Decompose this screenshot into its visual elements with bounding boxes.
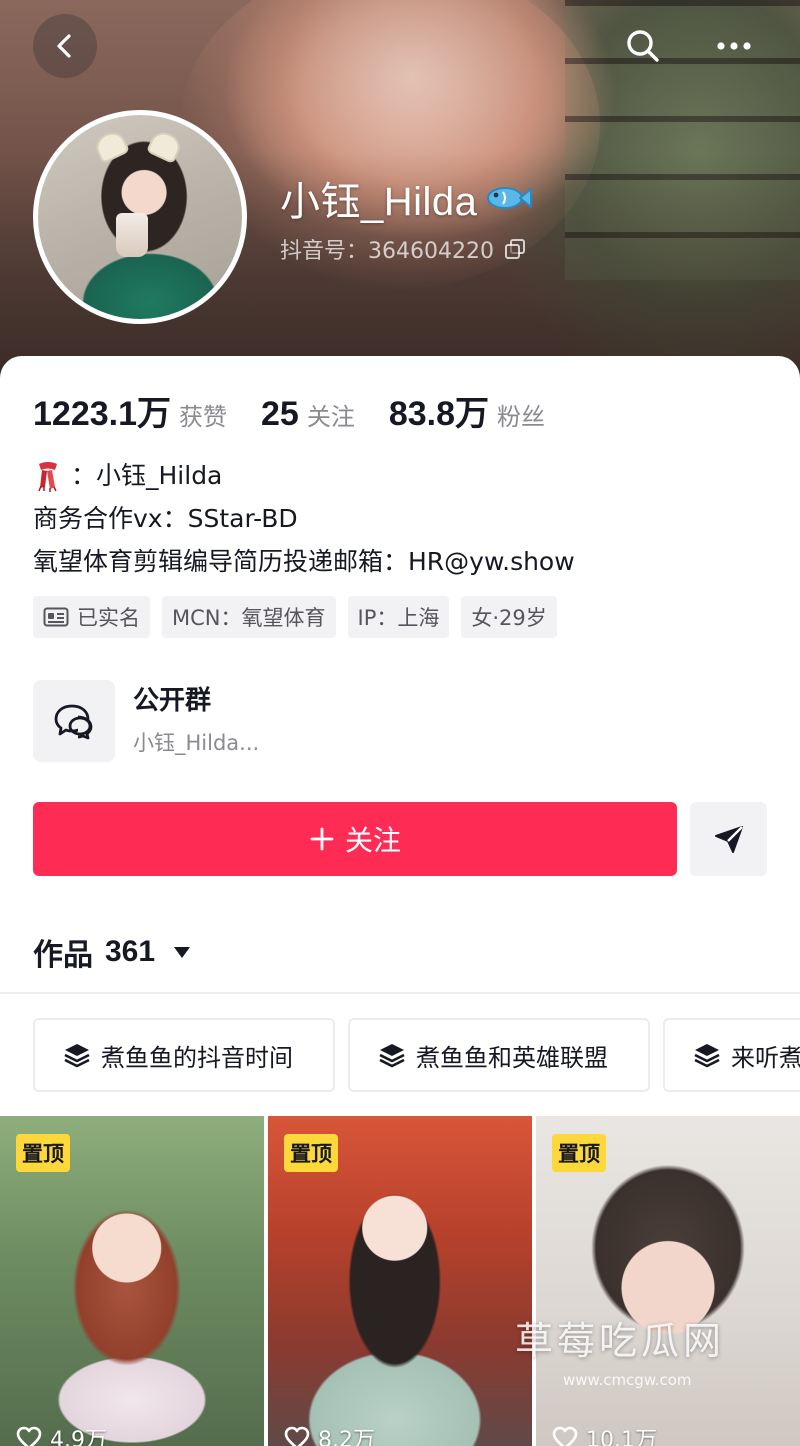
stat-following-label: 关注 xyxy=(306,403,355,431)
works-count: 361 xyxy=(105,935,156,968)
username: 小钰_Hilda xyxy=(280,172,533,224)
stat-following[interactable]: 25 关注 xyxy=(261,395,355,434)
works-dropdown[interactable]: 作品 361 xyxy=(33,930,191,974)
collection-label: 煮鱼鱼的抖音时间 xyxy=(101,1043,293,1072)
avatar[interactable] xyxy=(33,110,247,324)
tag-verified[interactable]: 已实名 xyxy=(33,596,150,638)
divider xyxy=(0,992,800,994)
video-likes-count: 10.1万 xyxy=(586,1428,657,1446)
bio-line-3: 氧望体育剪辑编导简历投递邮箱：HR@yw.show xyxy=(33,547,575,576)
tag-gender-age: 女·29岁 xyxy=(461,596,557,638)
follow-button-label: 关注 xyxy=(344,824,401,857)
copy-icon[interactable] xyxy=(504,238,526,260)
more-button[interactable] xyxy=(702,14,766,78)
collection-chip[interactable]: 煮鱼鱼的抖音时间 xyxy=(33,1018,335,1092)
layers-icon xyxy=(694,1044,720,1068)
tag-ip: IP：上海 xyxy=(347,596,450,638)
search-button[interactable] xyxy=(611,14,675,78)
collection-chip[interactable]: 来听煮 xyxy=(663,1018,800,1092)
group-subtitle: 小钰_Hilda... xyxy=(133,731,260,755)
collection-chip[interactable]: 煮鱼鱼和英雄联盟 xyxy=(348,1018,650,1092)
stats-row: 1223.1万 获赞 25 关注 83.8万 粉丝 xyxy=(33,386,579,434)
profile-cover: 小钰_Hilda 抖音号：364604220 xyxy=(0,0,800,380)
group-title: 公开群 xyxy=(133,686,212,716)
avatar-antler-left xyxy=(91,127,131,165)
layers-icon xyxy=(379,1044,405,1068)
message-button[interactable] xyxy=(690,802,767,876)
stat-likes-value: 1223.1万 xyxy=(33,395,171,433)
heart-icon xyxy=(552,1426,578,1446)
video-likes: 8.2万 xyxy=(284,1422,375,1446)
stat-followers-label: 粉丝 xyxy=(497,403,546,431)
public-group-entry[interactable]: 公开群 小钰_Hilda... xyxy=(33,678,633,764)
douyin-id[interactable]: 抖音号：364604220 xyxy=(280,232,526,266)
collection-label: 来听煮 xyxy=(731,1043,800,1072)
group-text: 公开群 小钰_Hilda... xyxy=(133,682,259,760)
tag-ip-label: IP：上海 xyxy=(357,606,440,630)
caret-down-icon xyxy=(174,947,191,958)
pinned-badge: 置顶 xyxy=(16,1134,70,1172)
id-card-icon xyxy=(43,607,69,627)
stat-following-value: 25 xyxy=(261,395,299,433)
collection-label: 煮鱼鱼和英雄联盟 xyxy=(416,1043,608,1072)
bio-line: 商务合作vx：SStar-BD xyxy=(33,497,575,540)
pinned-badge: 置顶 xyxy=(552,1134,606,1172)
back-icon xyxy=(57,34,71,58)
collection-list: 煮鱼鱼的抖音时间 煮鱼鱼和英雄联盟 来听煮 xyxy=(33,1018,800,1092)
heart-icon xyxy=(16,1426,42,1446)
layers-icon xyxy=(64,1044,90,1068)
username-text: 小钰_Hilda xyxy=(280,180,478,224)
plus-icon xyxy=(310,827,334,851)
bio-line: ：小钰_Hilda xyxy=(33,454,575,497)
avatar-cup xyxy=(116,213,148,257)
bio-line-1: ：小钰_Hilda xyxy=(71,461,223,490)
tag-gender-age-label: 女·29岁 xyxy=(471,606,547,630)
video-grid: 置顶 4.9万 置顶 8.2万 置顶 10.1万 xyxy=(0,1116,800,1446)
group-icon-box xyxy=(33,680,115,762)
chat-group-icon xyxy=(54,704,93,740)
tag-verified-label: 已实名 xyxy=(77,606,140,630)
profile-tags: 已实名 MCN：氧望体育 IP：上海 女·29岁 xyxy=(33,596,557,638)
stat-likes[interactable]: 1223.1万 获赞 xyxy=(33,386,227,435)
video-thumbnail[interactable]: 置顶 4.9万 xyxy=(0,1116,264,1446)
bio: ：小钰_Hilda 商务合作vx：SStar-BD 氧望体育剪辑编导简历投递邮箱… xyxy=(33,454,575,583)
video-thumbnail[interactable]: 置顶 10.1万 xyxy=(536,1116,800,1446)
scarf-icon xyxy=(38,461,57,492)
search-icon xyxy=(627,30,659,62)
video-likes-count: 8.2万 xyxy=(318,1428,375,1446)
back-button[interactable] xyxy=(33,14,97,78)
fish-icon xyxy=(487,187,533,209)
follow-button[interactable]: 关注 xyxy=(33,802,677,876)
bio-line-2: 商务合作vx：SStar-BD xyxy=(33,504,298,533)
video-thumbnail[interactable]: 置顶 8.2万 xyxy=(268,1116,532,1446)
tag-mcn[interactable]: MCN：氧望体育 xyxy=(162,596,336,638)
stat-followers-value: 83.8万 xyxy=(388,395,490,433)
profile-card: 1223.1万 获赞 25 关注 83.8万 粉丝 ：小钰_Hilda 商务合作… xyxy=(0,356,800,1446)
video-likes: 10.1万 xyxy=(552,1422,657,1446)
more-icon xyxy=(717,42,751,50)
video-likes: 4.9万 xyxy=(16,1422,107,1446)
video-likes-count: 4.9万 xyxy=(50,1428,107,1446)
heart-icon xyxy=(284,1426,310,1446)
works-label: 作品 xyxy=(33,938,93,973)
douyin-id-text: 抖音号：364604220 xyxy=(280,239,494,264)
stat-followers[interactable]: 83.8万 粉丝 xyxy=(389,386,545,435)
pinned-badge: 置顶 xyxy=(284,1134,338,1172)
stat-likes-label: 获赞 xyxy=(179,403,227,431)
avatar-antler-right xyxy=(145,127,185,165)
send-icon xyxy=(714,826,743,853)
bio-line: 氧望体育剪辑编导简历投递邮箱：HR@yw.show xyxy=(33,540,575,583)
tag-mcn-label: MCN：氧望体育 xyxy=(172,606,326,630)
